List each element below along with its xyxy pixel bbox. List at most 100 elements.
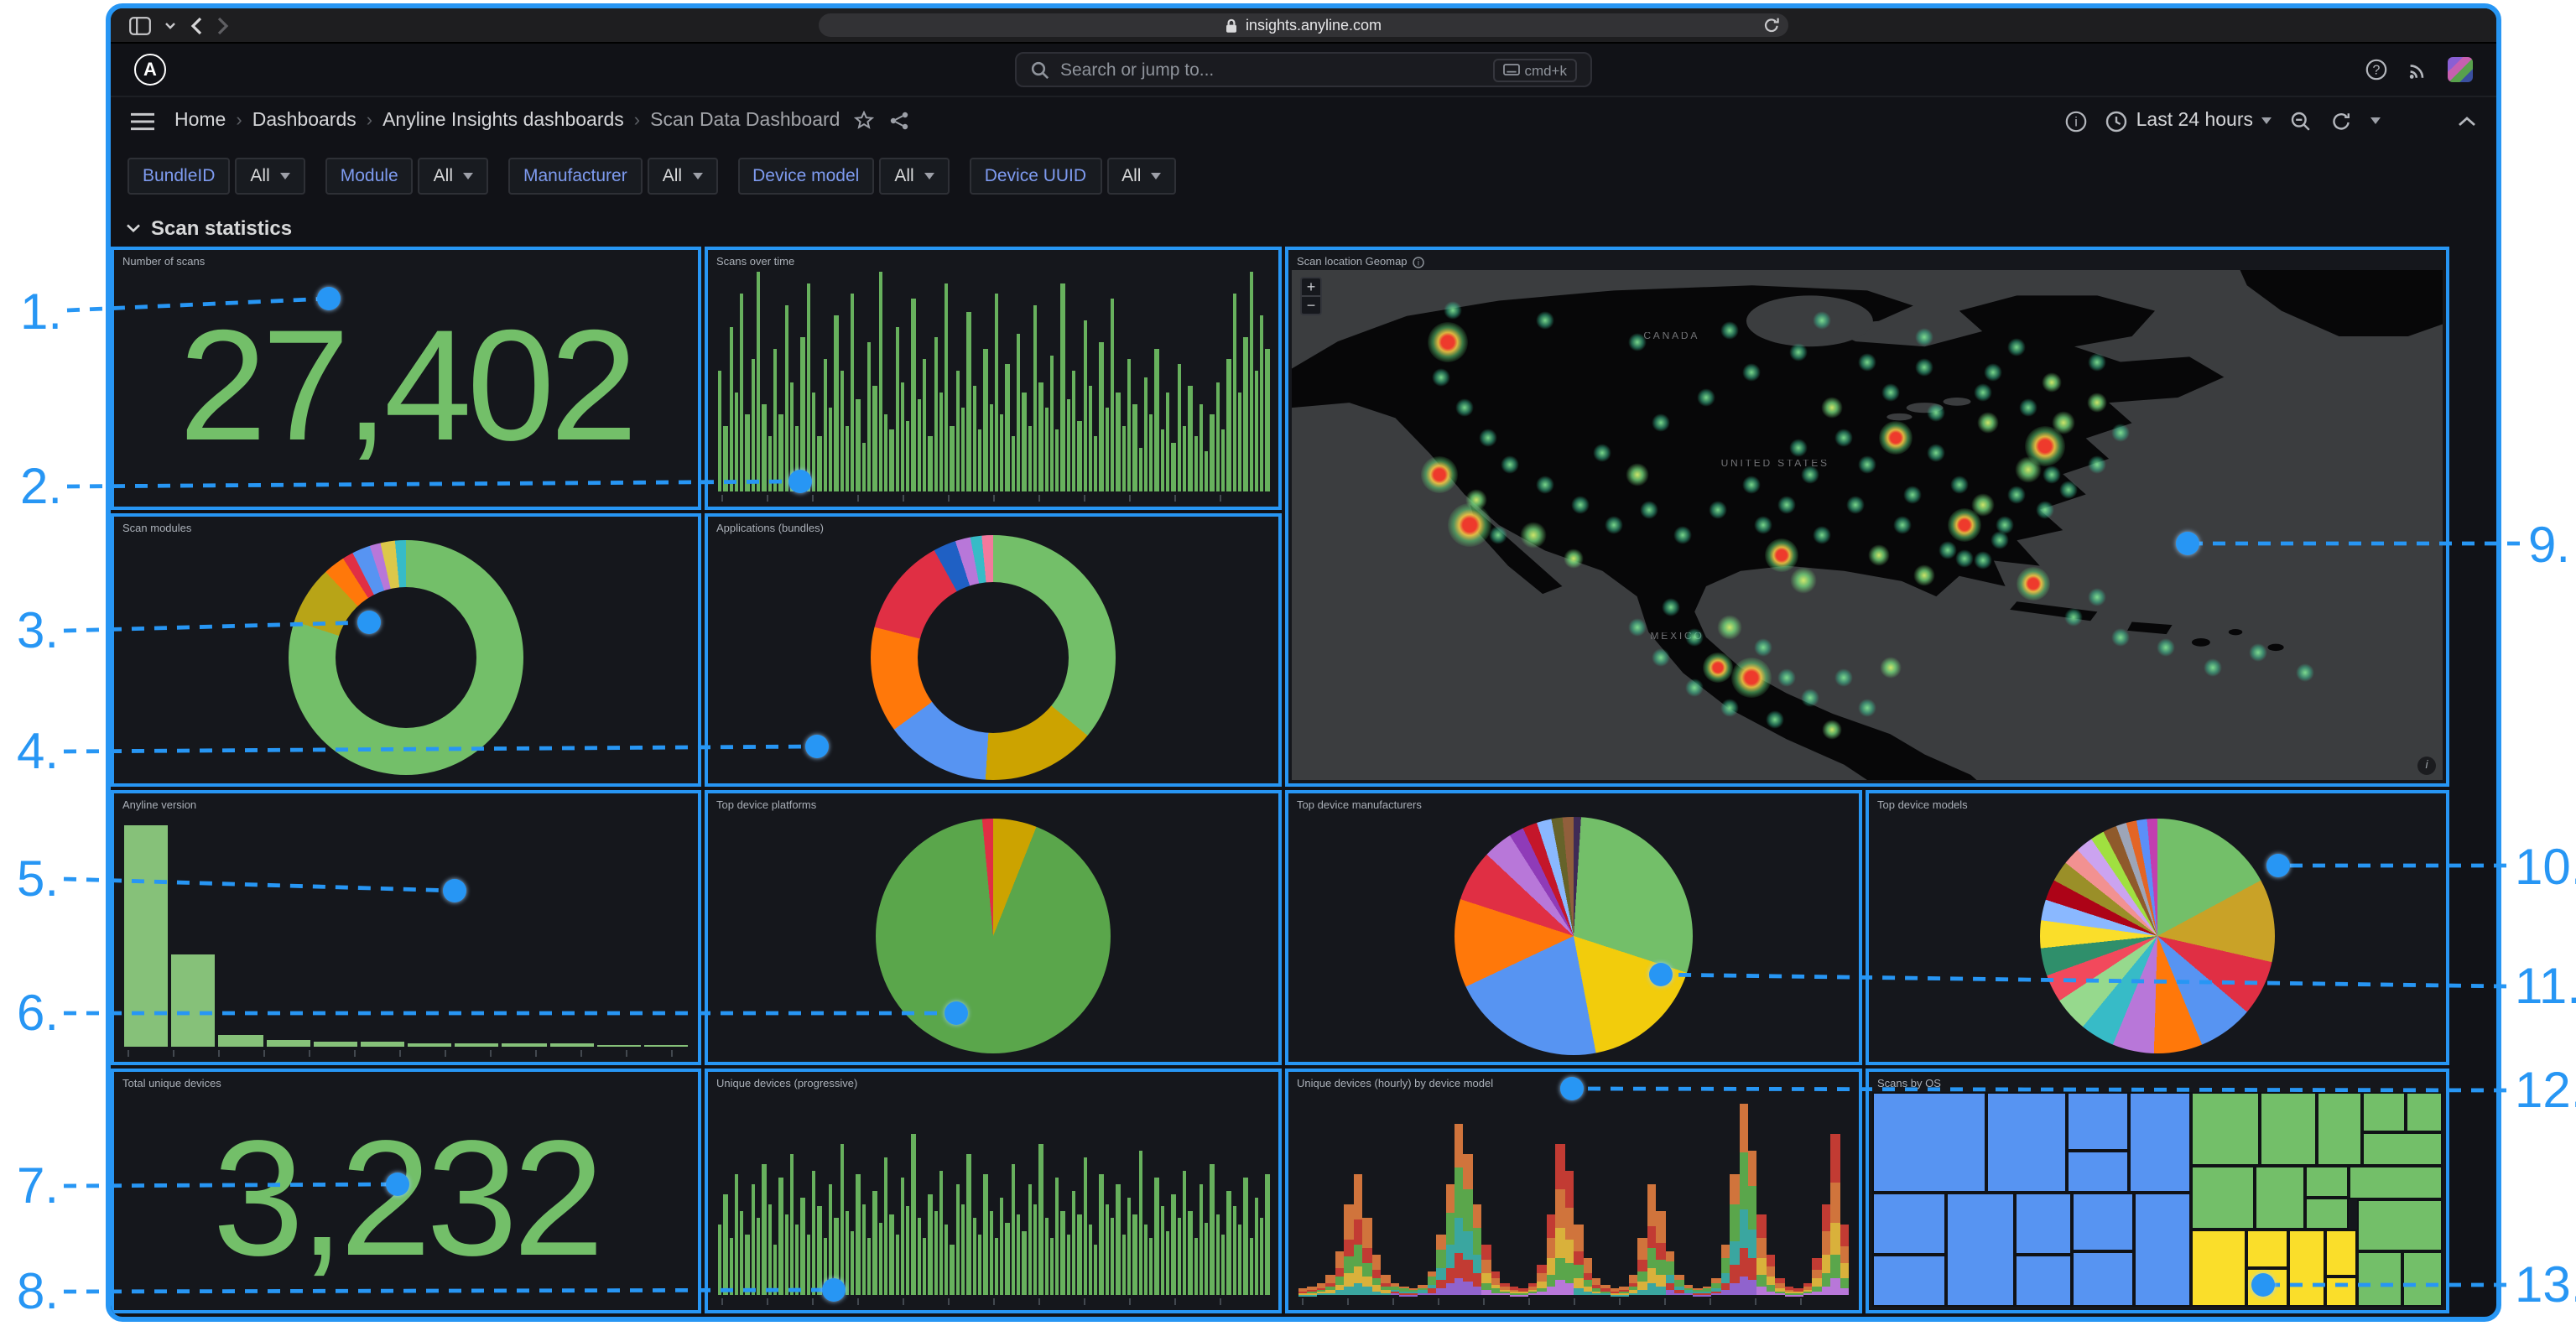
- stack-segment: [1455, 1218, 1464, 1252]
- bar: [1089, 386, 1093, 491]
- refresh-button[interactable]: [2330, 110, 2352, 132]
- heat-point: [1743, 363, 1762, 382]
- panel-title[interactable]: Unique devices (progressive): [708, 1072, 1278, 1090]
- stack-segment: [1464, 1281, 1473, 1295]
- heat-point: [1478, 429, 1496, 448]
- back-button[interactable]: [190, 16, 203, 34]
- heat-point: [2111, 628, 2130, 647]
- panel-title[interactable]: Scans over time: [708, 250, 1278, 268]
- filter-label[interactable]: BundleID: [127, 158, 230, 195]
- bar: [1089, 1225, 1093, 1295]
- donut-hole: [336, 587, 476, 728]
- address-bar[interactable]: insights.anyline.com: [819, 13, 1788, 37]
- bar: [984, 1174, 988, 1295]
- breadcrumb-item[interactable]: Home: [174, 111, 226, 131]
- map-zoom-control[interactable]: +−: [1300, 277, 1322, 315]
- stack-segment: [1298, 1294, 1308, 1295]
- filter-value: All: [894, 166, 913, 186]
- filter-value-dropdown[interactable]: All: [235, 158, 304, 195]
- stack-segment: [1455, 1167, 1464, 1218]
- breadcrumb-item[interactable]: Anyline Insights dashboards: [382, 111, 624, 131]
- chevron-down-icon: [692, 173, 702, 179]
- bar: [834, 315, 838, 491]
- panel-body: [716, 815, 1270, 1055]
- share-icon[interactable]: [888, 111, 908, 131]
- bar: [978, 430, 982, 491]
- panel-title[interactable]: Top device models: [1869, 793, 2446, 812]
- bar: [912, 298, 916, 491]
- heat-point: [1791, 568, 1818, 595]
- filter-value-dropdown[interactable]: All: [419, 158, 488, 195]
- section-scan-statistics[interactable]: Scan statistics: [111, 208, 2496, 247]
- filter-label[interactable]: Manufacturer: [508, 158, 643, 195]
- bar: [851, 294, 855, 491]
- panel-title[interactable]: Scan modules: [114, 517, 698, 535]
- heat-point: [2088, 455, 2106, 473]
- panel-title[interactable]: Top device manufacturers: [1288, 793, 1859, 812]
- treemap-cell: [1872, 1092, 1986, 1193]
- stack-segment: [1620, 1294, 1629, 1295]
- stack-column: [1638, 1239, 1647, 1295]
- panel-title[interactable]: Top device platforms: [708, 793, 1278, 812]
- chevron-down-icon: [2261, 117, 2272, 124]
- user-avatar[interactable]: [2448, 57, 2473, 82]
- bar: [1161, 1206, 1165, 1295]
- stack-segment: [1592, 1279, 1601, 1285]
- reload-button[interactable]: [1763, 17, 1780, 34]
- heat-point: [1755, 516, 1773, 534]
- stack-segment: [1638, 1282, 1647, 1289]
- filter-value-dropdown[interactable]: All: [879, 158, 949, 195]
- stack-segment: [1638, 1271, 1647, 1282]
- bar: [856, 1174, 861, 1295]
- refresh-interval-chevron-icon[interactable]: [2370, 117, 2381, 124]
- toolbar-actions: i Last 24 hours: [2066, 110, 2476, 132]
- panel-title[interactable]: Applications (bundles): [708, 517, 1278, 535]
- collapse-chevron-up-icon[interactable]: [2458, 115, 2476, 127]
- heat-point: [2088, 352, 2106, 371]
- heat-point: [2204, 658, 2222, 677]
- filter-label[interactable]: Device model: [737, 158, 874, 195]
- search-input[interactable]: Search or jump to... cmd+k: [1015, 52, 1592, 87]
- sidebar-toggle-icon[interactable]: [129, 16, 151, 34]
- heat-point: [1985, 363, 2003, 382]
- bar: [823, 1239, 827, 1295]
- anyline-logo[interactable]: A: [134, 54, 166, 86]
- x-axis-ticks: [1302, 1298, 1845, 1305]
- help-icon[interactable]: ?: [2365, 59, 2387, 81]
- panel-title[interactable]: Scans by OS: [1869, 1072, 2446, 1090]
- breadcrumb-item[interactable]: Dashboards: [252, 111, 356, 131]
- bar: [829, 1184, 833, 1295]
- panel-title[interactable]: Number of scans: [114, 250, 698, 268]
- stack-segment: [1748, 1281, 1757, 1295]
- stack-segment: [1354, 1220, 1363, 1245]
- panel-title[interactable]: Total unique devices: [114, 1072, 698, 1090]
- news-rss-icon[interactable]: [2407, 60, 2428, 80]
- annotation-number-4: 4.: [17, 723, 59, 779]
- menu-icon[interactable]: [131, 112, 154, 130]
- donut-hole: [917, 581, 1069, 733]
- stack-column: [1381, 1275, 1390, 1295]
- zoom-out-time-icon[interactable]: [2290, 110, 2312, 132]
- chevron-down-icon[interactable]: [164, 21, 176, 29]
- time-range-picker[interactable]: Last 24 hours: [2106, 110, 2272, 132]
- map-attribution-icon[interactable]: i: [2417, 757, 2436, 775]
- panel-title[interactable]: Unique devices (hourly) by device model: [1288, 1072, 1859, 1090]
- heat-point: [1823, 719, 1843, 739]
- favorite-star-icon[interactable]: [853, 111, 873, 131]
- shortcut-text: cmd+k: [1524, 61, 1567, 78]
- dashboard-insights-icon[interactable]: i: [2066, 110, 2088, 132]
- filter-value-dropdown[interactable]: All: [648, 158, 717, 195]
- panel-title[interactable]: Scan location Geomapi: [1288, 250, 2446, 268]
- bar: [1227, 360, 1231, 491]
- filter-value-dropdown[interactable]: All: [1106, 158, 1176, 195]
- stack-segment: [1821, 1272, 1830, 1286]
- filter-label[interactable]: Device UUID: [970, 158, 1101, 195]
- panel-title[interactable]: Anyline version: [114, 793, 698, 812]
- heat-point: [1628, 618, 1647, 637]
- zoom-in-button[interactable]: +: [1302, 278, 1320, 295]
- bar: [1033, 304, 1038, 491]
- forward-button[interactable]: [216, 16, 230, 34]
- filter-label[interactable]: Module: [325, 158, 414, 195]
- zoom-out-button[interactable]: −: [1302, 297, 1320, 314]
- bar: [1006, 1223, 1010, 1295]
